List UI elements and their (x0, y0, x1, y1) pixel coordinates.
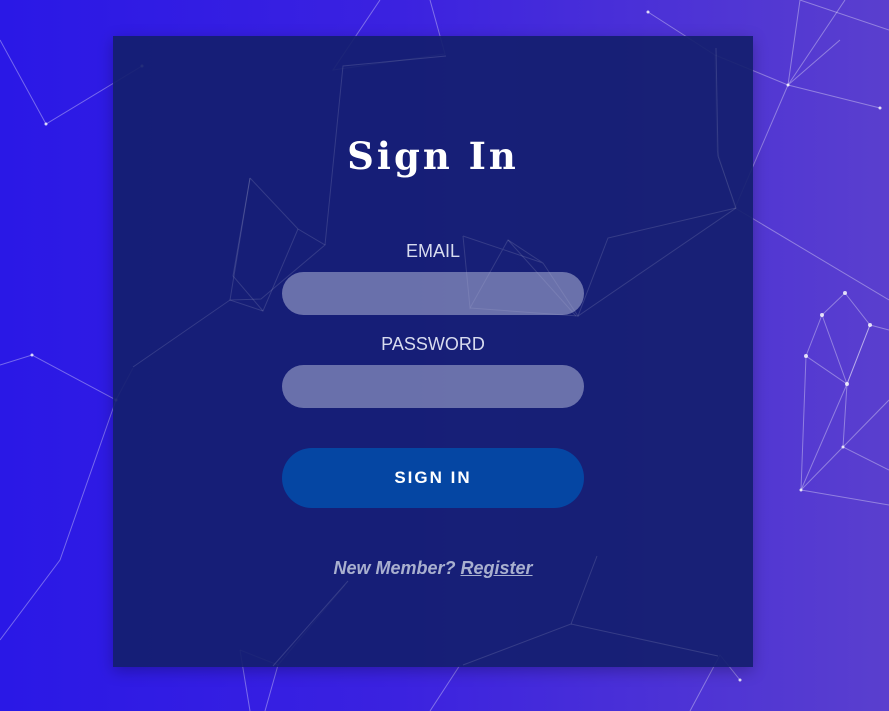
register-prompt: New Member? Register (113, 558, 753, 579)
register-link[interactable]: Register (461, 558, 533, 578)
password-field[interactable] (282, 365, 584, 408)
register-prompt-text: New Member? (333, 558, 456, 578)
sign-in-card: Sign In EMAIL PASSWORD SIGN IN New Membe… (113, 36, 753, 667)
password-label: PASSWORD (381, 334, 485, 354)
page-title: Sign In (347, 134, 519, 178)
sign-in-button[interactable]: SIGN IN (282, 448, 584, 508)
email-field[interactable] (282, 272, 584, 315)
email-label: EMAIL (405, 241, 461, 261)
